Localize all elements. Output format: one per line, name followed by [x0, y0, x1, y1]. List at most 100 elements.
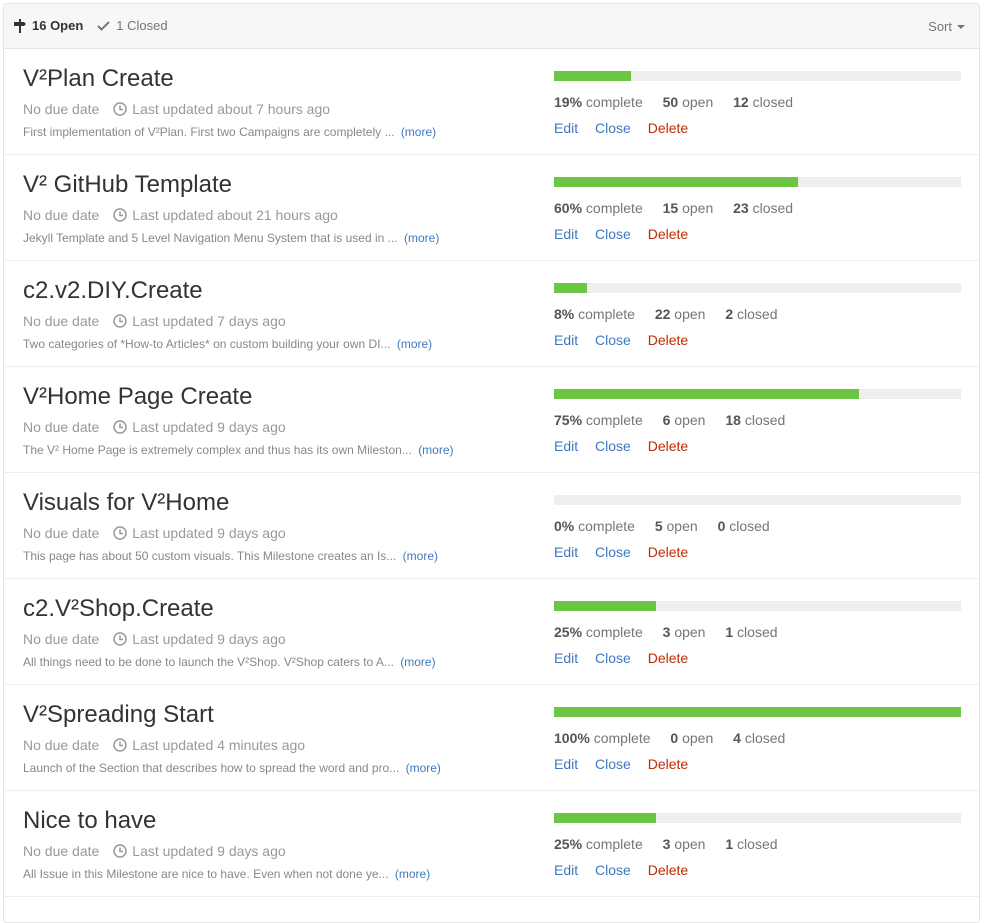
more-link[interactable]: (more) [401, 125, 436, 139]
milestone-stats: 75% complete 6 open 18 closed [554, 412, 801, 428]
more-link[interactable]: (more) [418, 443, 453, 457]
open-issues-count[interactable]: 15 open [663, 200, 714, 216]
closed-issues-count[interactable]: 12 closed [733, 94, 793, 110]
delete-link[interactable]: Delete [648, 226, 688, 242]
milestone-title[interactable]: c2.V²Shop.Create [23, 595, 214, 623]
close-link[interactable]: Close [595, 544, 631, 560]
sort-dropdown[interactable]: Sort [928, 19, 965, 34]
edit-link[interactable]: Edit [554, 332, 578, 348]
open-issues-count[interactable]: 5 open [655, 518, 698, 534]
clock-icon [113, 420, 128, 434]
more-link[interactable]: (more) [400, 655, 435, 669]
closed-issues-count[interactable]: 0 closed [718, 518, 770, 534]
sort-label: Sort [928, 19, 952, 34]
progress-fill [554, 707, 961, 717]
milestone-title[interactable]: V² GitHub Template [23, 171, 232, 199]
milestone-stats: 25% complete 3 open 1 closed [554, 836, 794, 852]
delete-link[interactable]: Delete [648, 544, 688, 560]
close-link[interactable]: Close [595, 438, 631, 454]
closed-milestones-filter[interactable]: 1 Closed [97, 18, 168, 33]
edit-link[interactable]: Edit [554, 226, 578, 242]
close-link[interactable]: Close [595, 226, 631, 242]
delete-link[interactable]: Delete [648, 332, 688, 348]
clock-icon [113, 102, 128, 116]
milestone-icon [14, 18, 26, 33]
description-text: First implementation of V²Plan. First tw… [23, 125, 395, 139]
milestone-item: c2.v2.DIY.Create No due date Last update… [4, 261, 979, 367]
delete-link[interactable]: Delete [648, 650, 688, 666]
edit-link[interactable]: Edit [554, 650, 578, 666]
progress-bar [554, 601, 961, 611]
delete-link[interactable]: Delete [648, 438, 688, 454]
last-updated: Last updated 4 minutes ago [132, 737, 306, 753]
progress-bar [554, 813, 961, 823]
open-issues-count[interactable]: 3 open [663, 624, 706, 640]
open-issues-count[interactable]: 0 open [670, 730, 713, 746]
more-link[interactable]: (more) [403, 549, 438, 563]
last-updated: Last updated 9 days ago [132, 843, 286, 859]
due-date: No due date [23, 207, 100, 223]
check-icon [97, 21, 111, 31]
milestone-actions: Edit Close Delete [554, 650, 701, 666]
percent-complete: 100% complete [554, 730, 651, 746]
more-link[interactable]: (more) [395, 867, 430, 881]
milestone-stats: 8% complete 22 open 2 closed [554, 306, 794, 322]
open-issues-count[interactable]: 22 open [655, 306, 706, 322]
milestones-header: 16 Open 1 Closed Sort [4, 4, 979, 49]
edit-link[interactable]: Edit [554, 544, 578, 560]
edit-link[interactable]: Edit [554, 120, 578, 136]
due-date: No due date [23, 631, 100, 647]
open-milestones-filter[interactable]: 16 Open [14, 18, 83, 33]
progress-bar [554, 389, 961, 399]
close-link[interactable]: Close [595, 862, 631, 878]
percent-complete: 75% complete [554, 412, 643, 428]
milestone-title[interactable]: V²Home Page Create [23, 383, 252, 411]
delete-link[interactable]: Delete [648, 756, 688, 772]
closed-issues-count[interactable]: 1 closed [725, 624, 777, 640]
edit-link[interactable]: Edit [554, 862, 578, 878]
milestone-actions: Edit Close Delete [554, 544, 701, 560]
open-issues-count[interactable]: 3 open [663, 836, 706, 852]
edit-link[interactable]: Edit [554, 756, 578, 772]
due-date: No due date [23, 843, 100, 859]
delete-link[interactable]: Delete [648, 862, 688, 878]
milestone-meta: No due date Last updated 9 days ago [23, 631, 286, 647]
closed-issues-count[interactable]: 18 closed [725, 412, 785, 428]
milestone-actions: Edit Close Delete [554, 438, 701, 454]
closed-issues-count[interactable]: 2 closed [725, 306, 777, 322]
milestone-title[interactable]: Nice to have [23, 807, 156, 835]
percent-complete: 60% complete [554, 200, 643, 216]
more-link[interactable]: (more) [404, 231, 439, 245]
due-date: No due date [23, 313, 100, 329]
percent-complete: 25% complete [554, 836, 643, 852]
edit-link[interactable]: Edit [554, 438, 578, 454]
milestone-meta: No due date Last updated about 7 hours a… [23, 101, 330, 117]
open-issues-count[interactable]: 6 open [663, 412, 706, 428]
milestone-title[interactable]: V²Plan Create [23, 65, 174, 93]
closed-issues-count[interactable]: 23 closed [733, 200, 793, 216]
closed-issues-count[interactable]: 4 closed [733, 730, 785, 746]
milestone-title[interactable]: Visuals for V²Home [23, 489, 229, 517]
milestone-title[interactable]: V²Spreading Start [23, 701, 214, 729]
milestone-stats: 60% complete 15 open 23 closed [554, 200, 809, 216]
milestone-title[interactable]: c2.v2.DIY.Create [23, 277, 203, 305]
description-text: The V² Home Page is extremely complex an… [23, 443, 412, 457]
milestone-actions: Edit Close Delete [554, 226, 701, 242]
due-date: No due date [23, 101, 100, 117]
close-link[interactable]: Close [595, 756, 631, 772]
open-issues-count[interactable]: 50 open [663, 94, 714, 110]
close-link[interactable]: Close [595, 650, 631, 666]
milestone-item: V² GitHub Template No due date Last upda… [4, 155, 979, 261]
delete-link[interactable]: Delete [648, 120, 688, 136]
progress-fill [554, 71, 632, 81]
milestone-meta: No due date Last updated 7 days ago [23, 313, 286, 329]
close-link[interactable]: Close [595, 120, 631, 136]
more-link[interactable]: (more) [406, 761, 441, 775]
clock-icon [113, 844, 128, 858]
percent-complete: 8% complete [554, 306, 635, 322]
progress-fill [554, 177, 799, 187]
closed-issues-count[interactable]: 1 closed [725, 836, 777, 852]
milestones-box: 16 Open 1 Closed Sort V²Plan Create No d… [3, 3, 980, 923]
more-link[interactable]: (more) [397, 337, 432, 351]
close-link[interactable]: Close [595, 332, 631, 348]
